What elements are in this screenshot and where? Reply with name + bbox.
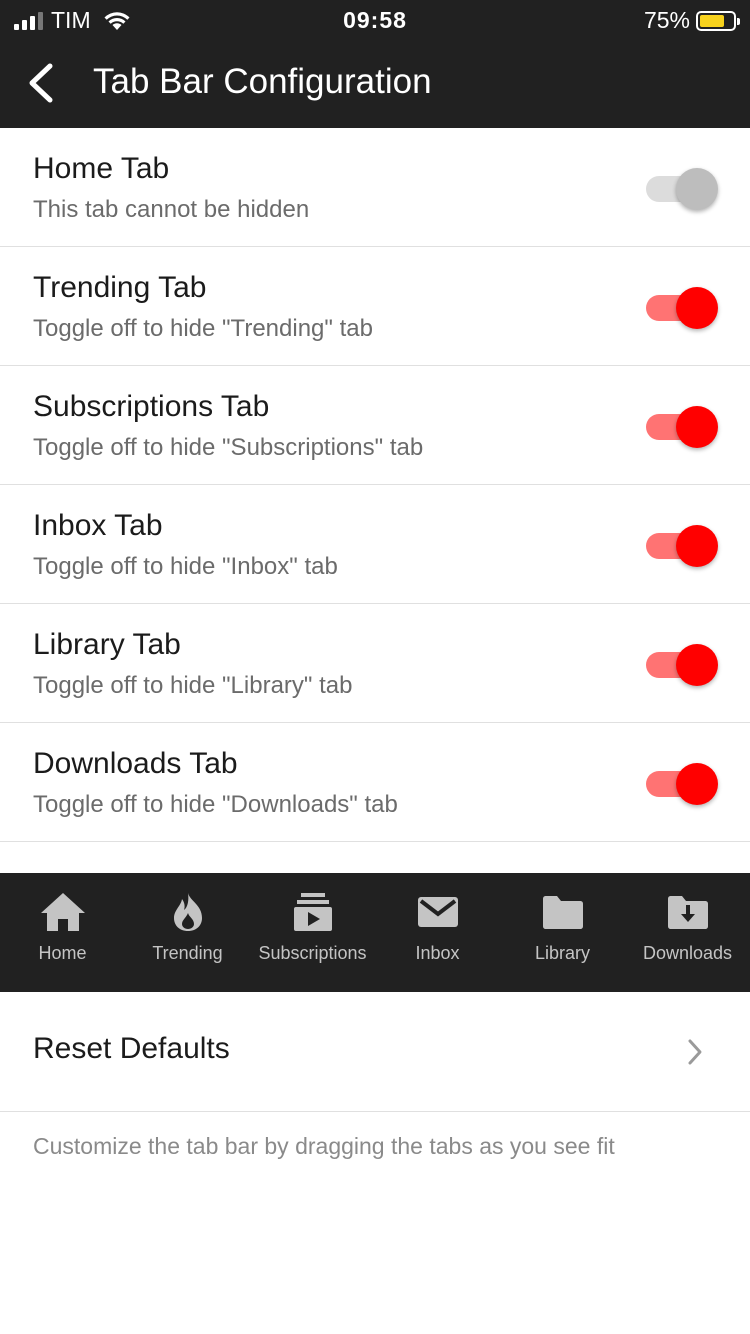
row-subtitle: Toggle off to hide "Inbox" tab	[33, 553, 338, 580]
row-subtitle: Toggle off to hide "Trending" tab	[33, 315, 373, 342]
inbox-tab-toggle[interactable]	[646, 525, 718, 567]
reset-defaults-label: Reset Defaults	[33, 1032, 230, 1065]
row-subtitle: This tab cannot be hidden	[33, 196, 310, 223]
subscriptions-tab-toggle[interactable]	[646, 406, 718, 448]
chevron-right-icon	[688, 1039, 702, 1065]
flame-icon	[173, 893, 202, 931]
footer-hint: Customize the tab bar by dragging the ta…	[33, 1133, 615, 1159]
row-trending-tab: Trending Tab Toggle off to hide "Trendin…	[0, 247, 750, 366]
tab-settings-list: Home Tab This tab cannot be hidden Trend…	[0, 128, 750, 842]
tab-home[interactable]: Home	[0, 873, 125, 992]
home-icon	[40, 893, 85, 931]
row-title: Home Tab	[33, 152, 170, 185]
row-downloads-tab: Downloads Tab Toggle off to hide "Downlo…	[0, 723, 750, 842]
tab-bar-preview: Home Trending Subscriptions Inbox Librar…	[0, 873, 750, 992]
row-title: Library Tab	[33, 628, 181, 661]
folder-icon	[542, 896, 583, 929]
mail-icon	[417, 897, 458, 927]
row-subtitle: Toggle off to hide "Subscriptions" tab	[33, 434, 424, 461]
row-subtitle: Toggle off to hide "Library" tab	[33, 672, 353, 699]
tab-downloads[interactable]: Downloads	[625, 873, 750, 992]
clock: 09:58	[343, 7, 407, 33]
battery-percent: 75%	[643, 7, 690, 33]
tab-inbox[interactable]: Inbox	[375, 873, 500, 992]
top-bar: TIM 09:58 75% Tab Bar Configuration	[0, 0, 750, 128]
tab-label: Subscriptions	[258, 943, 367, 963]
row-subscriptions-tab: Subscriptions Tab Toggle off to hide "Su…	[0, 366, 750, 485]
tab-label: Trending	[152, 943, 223, 963]
navigation-bar: Tab Bar Configuration	[0, 40, 750, 128]
row-title: Subscriptions Tab	[33, 390, 270, 423]
row-title: Inbox Tab	[33, 509, 163, 542]
subscriptions-icon	[293, 893, 332, 931]
page-title: Tab Bar Configuration	[93, 62, 432, 101]
tab-library[interactable]: Library	[500, 873, 625, 992]
row-library-tab: Library Tab Toggle off to hide "Library"…	[0, 604, 750, 723]
tab-subscriptions[interactable]: Subscriptions	[250, 873, 375, 992]
row-title: Downloads Tab	[33, 747, 238, 780]
tab-trending[interactable]: Trending	[125, 873, 250, 992]
download-folder-icon	[667, 896, 708, 929]
library-tab-toggle[interactable]	[646, 644, 718, 686]
row-inbox-tab: Inbox Tab Toggle off to hide "Inbox" tab	[0, 485, 750, 604]
tab-label: Library	[534, 943, 591, 963]
home-tab-toggle	[646, 168, 718, 210]
tab-label: Downloads	[642, 943, 733, 963]
tab-label: Inbox	[415, 943, 460, 963]
status-bar: TIM 09:58 75%	[0, 0, 750, 40]
tab-label: Home	[38, 943, 87, 963]
reset-defaults-row[interactable]: Reset Defaults	[0, 992, 750, 1112]
back-chevron-icon[interactable]	[22, 60, 62, 106]
trending-tab-toggle[interactable]	[646, 287, 718, 329]
downloads-tab-toggle[interactable]	[646, 763, 718, 805]
row-home-tab: Home Tab This tab cannot be hidden	[0, 128, 750, 247]
row-title: Trending Tab	[33, 271, 207, 304]
battery-icon	[696, 10, 740, 31]
row-subtitle: Toggle off to hide "Downloads" tab	[33, 791, 398, 818]
